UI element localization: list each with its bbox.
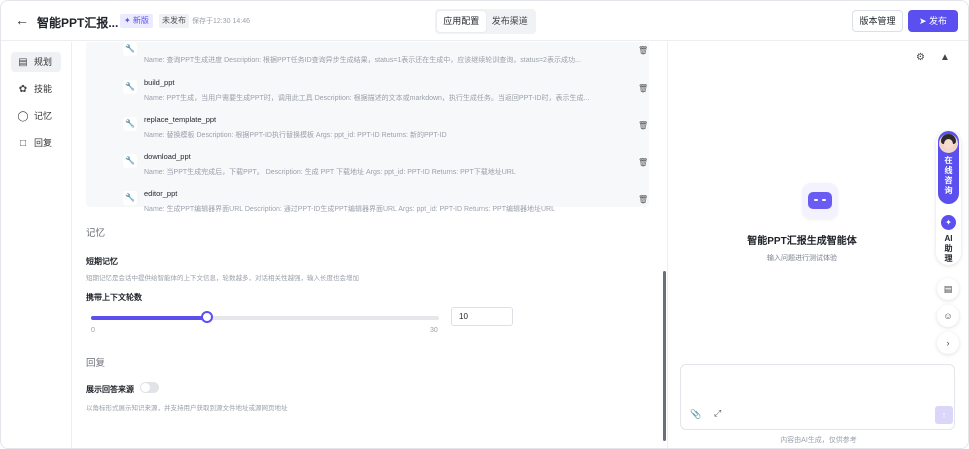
chevron-right-icon[interactable]: › xyxy=(937,332,959,354)
toggle-knob xyxy=(141,383,150,392)
tool-icon: 🔧 xyxy=(123,80,137,94)
sidebar-item-label: 技能 xyxy=(34,84,53,94)
app-window: ← 智能PPT汇报... ✦ 新版 未发布 保存于12:30 14:46 应用配… xyxy=(0,0,969,449)
floating-assistant-bar: 在线咨询 ✦ AI 助理 xyxy=(936,131,961,265)
slider-min-label: 0 xyxy=(91,327,95,334)
tool-name: editor_ppt xyxy=(144,189,178,198)
chat-input[interactable]: 📎 ⤢ ↑ xyxy=(680,364,955,430)
send-icon: ➤ xyxy=(918,16,930,26)
slider-handle[interactable] xyxy=(201,311,213,323)
memory-icon: ◯ xyxy=(17,111,29,122)
list-item: 🔧 build_ppt Name: PPT生成，当用户需要生成PPT时，调用此工… xyxy=(86,72,649,109)
trash-icon[interactable]: 🗑 xyxy=(638,84,648,93)
slider-fill xyxy=(91,316,207,320)
back-arrow-icon[interactable]: ← xyxy=(15,13,29,27)
feedback-icon[interactable]: ☺ xyxy=(937,305,959,327)
tool-name: replace_template_ppt xyxy=(144,115,217,124)
agent-logo xyxy=(802,183,838,219)
show-source-hint: 以角标形式展示知识来源，并支持用户获取到源文件地址或源网页地址 xyxy=(86,405,288,412)
tool-name: download_ppt xyxy=(144,152,191,161)
slider-max-label: 30 xyxy=(430,327,438,334)
top-bar: ← 智能PPT汇报... ✦ 新版 未发布 保存于12:30 14:46 应用配… xyxy=(1,1,968,41)
skills-icon: ✿ xyxy=(18,84,28,95)
send-button[interactable]: ↑ xyxy=(935,406,953,424)
layout-icon: ▤ xyxy=(18,57,28,68)
agent-name: 智能PPT汇报生成智能体 xyxy=(747,236,857,247)
tool-description: Name: PPT生成，当用户需要生成PPT时，调用此工具 Descriptio… xyxy=(144,95,590,102)
sidebar-item-memory[interactable]: ◯ 记忆 xyxy=(11,106,61,126)
short-term-memory-hint: 短期记忆是会话中提供给智能体的上下文信息，轮数越多，对话相关性越强，输入长度也会… xyxy=(86,275,359,282)
context-rounds-input[interactable]: 10 xyxy=(451,307,513,326)
tool-description: Name: 当PPT生成完成后，下载PPT。 Description: 生成 P… xyxy=(144,169,516,176)
list-item: 🔧 replace_template_ppt Name: 替换模板 Descri… xyxy=(86,109,649,146)
show-source-label: 展示回答来源 xyxy=(86,385,134,394)
broom-icon[interactable]: ▲ xyxy=(940,52,950,63)
sidebar-item-label: 规划 xyxy=(34,57,53,67)
app-title: 智能PPT汇报... xyxy=(37,16,119,30)
trash-icon[interactable]: 🗑 xyxy=(638,195,648,204)
agent-subtitle: 输入问题进行测试体验 xyxy=(767,255,837,262)
robot-icon xyxy=(808,192,832,209)
tab-publish-channels[interactable]: 发布渠道 xyxy=(486,11,535,32)
short-term-memory-title: 短期记忆 xyxy=(86,257,118,266)
preview-panel: ⚙ ▲ 智能PPT汇报生成智能体 输入问题进行测试体验 📎 ⤢ ↑ 内容由AI生… xyxy=(667,42,968,448)
version-management-button[interactable]: 版本管理 xyxy=(852,10,903,32)
ai-assistant-label[interactable]: AI 助理 xyxy=(936,234,961,264)
sidebar-item-planning[interactable]: ▤ 规划 xyxy=(11,52,61,72)
saved-timestamp: 保存于12:30 14:46 xyxy=(192,18,250,25)
ai-disclaimer: 内容由AI生成，仅供参考 xyxy=(780,437,857,444)
list-item: 🔧 Name: 查询PPT生成进度 Description: 根据PPT任务ID… xyxy=(86,42,649,71)
new-version-badge: ✦ 新版 xyxy=(120,14,153,28)
tool-description: Name: 查询PPT生成进度 Description: 根据PPT任务ID查询… xyxy=(144,57,581,64)
tool-description: Name: 替换模板 Description: 根据PPT-ID执行替换模板 A… xyxy=(144,132,447,139)
tool-icon: 🔧 xyxy=(123,191,137,205)
memory-section-title: 记忆 xyxy=(86,228,106,239)
reply-icon: □ xyxy=(19,138,27,149)
document-icon[interactable]: ▤ xyxy=(937,278,959,300)
compass-icon[interactable]: ✦ xyxy=(941,215,956,230)
tool-icon: 🔧 xyxy=(123,42,137,56)
sidebar-item-skills[interactable]: ✿ 技能 xyxy=(11,79,61,99)
trash-icon[interactable]: 🗑 xyxy=(638,158,648,167)
online-consult-label: 在线咨询 xyxy=(944,156,953,195)
scrollbar[interactable] xyxy=(663,271,666,441)
list-item: 🔧 download_ppt Name: 当PPT生成完成后，下载PPT。 De… xyxy=(86,146,649,183)
tool-list: 🔧 Name: 查询PPT生成进度 Description: 根据PPT任务ID… xyxy=(86,42,649,213)
show-source-toggle[interactable] xyxy=(140,382,159,393)
context-rounds-label: 携带上下文轮数 xyxy=(86,293,142,302)
reply-section-title: 回复 xyxy=(86,358,106,369)
tool-description: Name: 生成PPT编辑器界面URL Description: 通过PPT-I… xyxy=(144,206,556,213)
left-sidebar: ▤ 规划 ✿ 技能 ◯ 记忆 □ 回复 xyxy=(1,42,72,448)
tool-icon: 🔧 xyxy=(123,117,137,131)
sidebar-item-label: 记忆 xyxy=(34,111,53,121)
settings-gear-icon[interactable]: ⚙ xyxy=(916,52,925,63)
list-item: 🔧 editor_ppt Name: 生成PPT编辑器界面URL Descrip… xyxy=(86,183,649,220)
sidebar-item-reply[interactable]: □ 回复 xyxy=(11,133,61,153)
sidebar-item-label: 回复 xyxy=(34,138,53,148)
publish-label: 发布 xyxy=(929,16,948,26)
unpublished-badge: 未发布 xyxy=(159,14,189,28)
tool-name: build_ppt xyxy=(144,78,175,87)
context-rounds-slider[interactable] xyxy=(91,311,439,323)
expand-icon[interactable]: ⤢ xyxy=(714,408,721,419)
tool-icon: 🔧 xyxy=(123,154,137,168)
publish-button[interactable]: ➤ 发布 xyxy=(908,10,958,32)
avatar xyxy=(939,134,958,153)
config-panel: 🔧 Name: 查询PPT生成进度 Description: 根据PPT任务ID… xyxy=(73,42,665,448)
trash-icon[interactable]: 🗑 xyxy=(638,46,648,55)
config-tabs: 应用配置 发布渠道 xyxy=(435,9,536,34)
tab-app-config[interactable]: 应用配置 xyxy=(437,11,486,32)
attachment-icon[interactable]: 📎 xyxy=(690,409,701,420)
trash-icon[interactable]: 🗑 xyxy=(638,121,648,130)
